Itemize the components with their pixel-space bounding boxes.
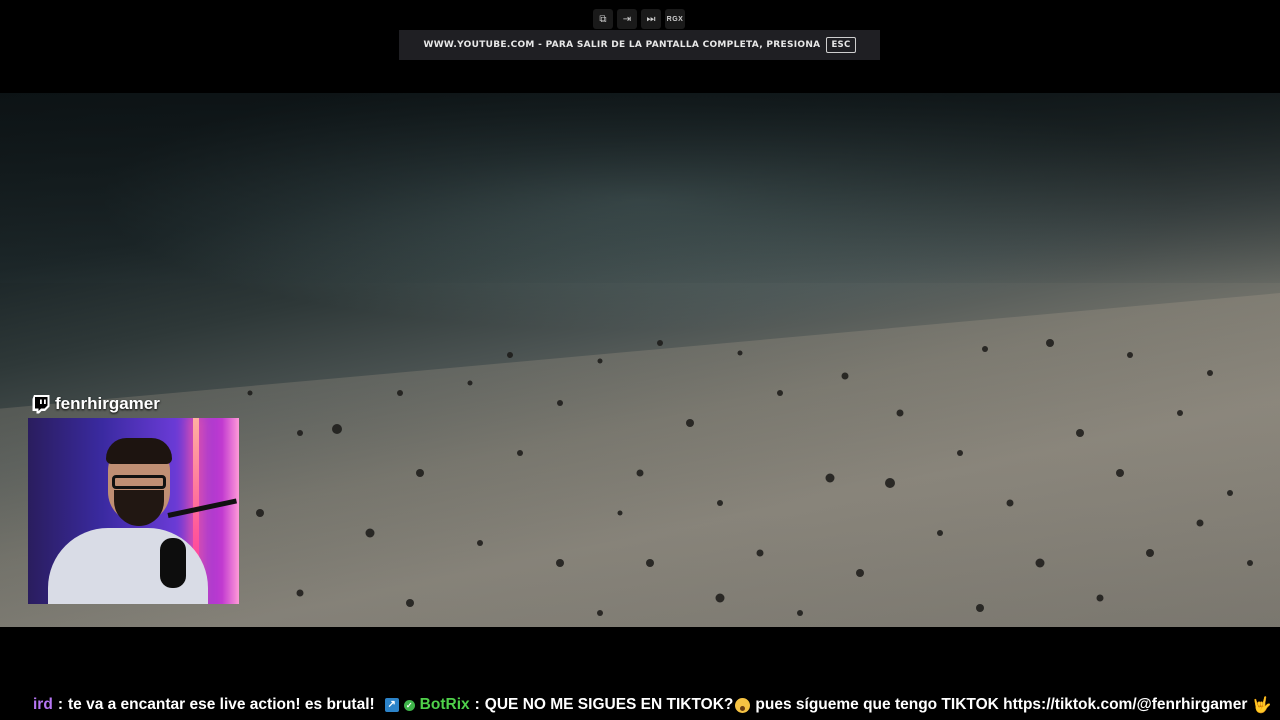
channel-name: fenrhirgamer [55, 394, 160, 413]
streamer-beard [114, 490, 164, 526]
verified-badge-icon: ✓ [403, 699, 415, 711]
chat-separator: : [474, 696, 480, 713]
skip-icon[interactable]: ⏭ [641, 9, 661, 29]
chat-username-bot: BotRix [419, 696, 470, 713]
twitch-icon [32, 395, 50, 414]
moderator-badge-icon: ↗ [384, 698, 399, 712]
chat-separator: : [57, 696, 63, 713]
chat-message-part2: pues sígueme que tengo TIKTOK https://ti… [755, 696, 1248, 713]
streamer-hair [106, 438, 172, 464]
chat-ticker: ird : te va a encantar ese live action! … [0, 694, 1280, 716]
esc-key-hint: ESC [826, 37, 856, 53]
mic-arm [167, 498, 237, 518]
rgx-extension-icon[interactable]: RGX [665, 9, 685, 29]
fog-overlay [0, 93, 1280, 283]
enter-icon[interactable]: ⇥ [617, 9, 637, 29]
chat-message-part1: QUE NO ME SIGUES EN TIKTOK? [484, 696, 734, 713]
popout-icon[interactable]: ⧉ [593, 9, 613, 29]
webcam-feed [28, 418, 239, 604]
fullscreen-message: WWW.YOUTUBE.COM - PARA SALIR DE LA PANTA… [423, 40, 821, 50]
glasses [112, 475, 166, 489]
chat-username: ird [33, 696, 53, 713]
microphone [160, 538, 186, 588]
fullscreen-notice: WWW.YOUTUBE.COM - PARA SALIR DE LA PANTA… [399, 30, 880, 60]
extension-toolbar: ⧉ ⇥ ⏭ RGX [593, 9, 685, 29]
rock-hand-emoji-icon: 🤟 [1252, 696, 1272, 714]
channel-tag: fenrhirgamer [31, 394, 160, 414]
chat-message: te va a encantar ese live action! es bru… [67, 696, 375, 713]
surprised-emoji-icon [735, 697, 751, 713]
